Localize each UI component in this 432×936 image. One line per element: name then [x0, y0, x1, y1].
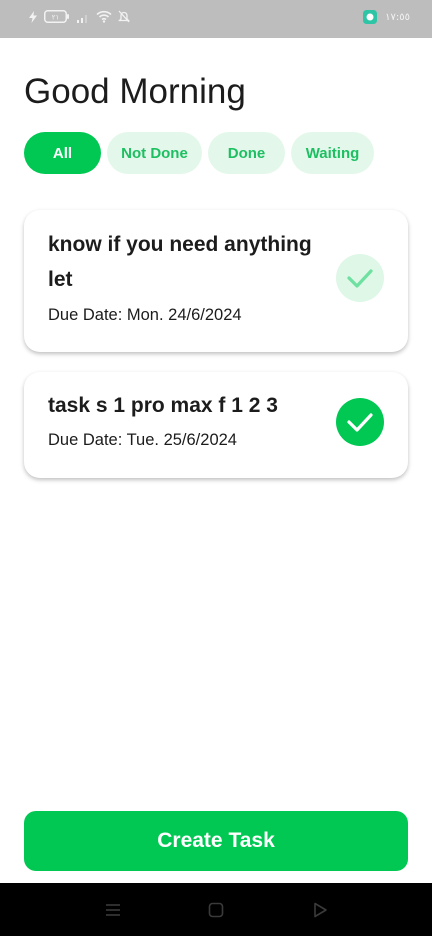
battery-icon: ٢١	[44, 10, 70, 23]
filter-chip-all[interactable]: All	[24, 132, 101, 174]
menu-icon	[106, 904, 120, 916]
back-icon	[314, 902, 327, 918]
filter-chip-waiting[interactable]: Waiting	[291, 132, 374, 174]
filter-chips: All Not Done Done Waiting	[24, 132, 374, 174]
filter-chip-not-done[interactable]: Not Done	[107, 132, 202, 174]
back-button[interactable]	[310, 900, 330, 920]
task-title: task s 1 pro max f 1 2 3	[48, 394, 278, 417]
task-card[interactable]: task s 1 pro max f 1 2 3 Due Date: Tue. …	[24, 372, 408, 478]
mark-done-button[interactable]	[336, 398, 384, 446]
app-screen: ٢١ ١٧:٥٥ Good Morning All Not Done Done …	[0, 0, 432, 936]
recent-apps-button[interactable]	[103, 900, 123, 920]
mark-done-button[interactable]	[336, 254, 384, 302]
home-button[interactable]	[206, 900, 226, 920]
mute-icon	[118, 10, 130, 23]
task-due-date: Due Date: Mon. 24/6/2024	[48, 306, 242, 324]
check-icon	[347, 413, 373, 432]
task-card[interactable]: know if you need anything let Due Date: …	[24, 210, 408, 352]
status-bar-time: ١٧:٥٥	[385, 11, 410, 23]
task-due-date: Due Date: Tue. 25/6/2024	[48, 431, 237, 449]
check-icon	[347, 269, 373, 288]
system-nav-bar	[0, 883, 432, 936]
notification-app-icon	[363, 10, 378, 24]
task-title: know if you need anything let	[48, 233, 312, 291]
create-task-button[interactable]: Create Task	[24, 811, 408, 871]
home-icon	[208, 902, 224, 918]
signal-icon	[76, 11, 90, 23]
page-title: Good Morning	[24, 72, 246, 111]
battery-level-text: ٢١	[52, 14, 60, 22]
charging-icon	[28, 10, 38, 23]
status-bar-right: ١٧:٥٥	[363, 10, 410, 24]
wifi-icon	[96, 10, 112, 23]
status-bar: ٢١ ١٧:٥٥	[0, 0, 432, 38]
filter-chip-done[interactable]: Done	[208, 132, 285, 174]
status-bar-left: ٢١	[28, 10, 130, 23]
